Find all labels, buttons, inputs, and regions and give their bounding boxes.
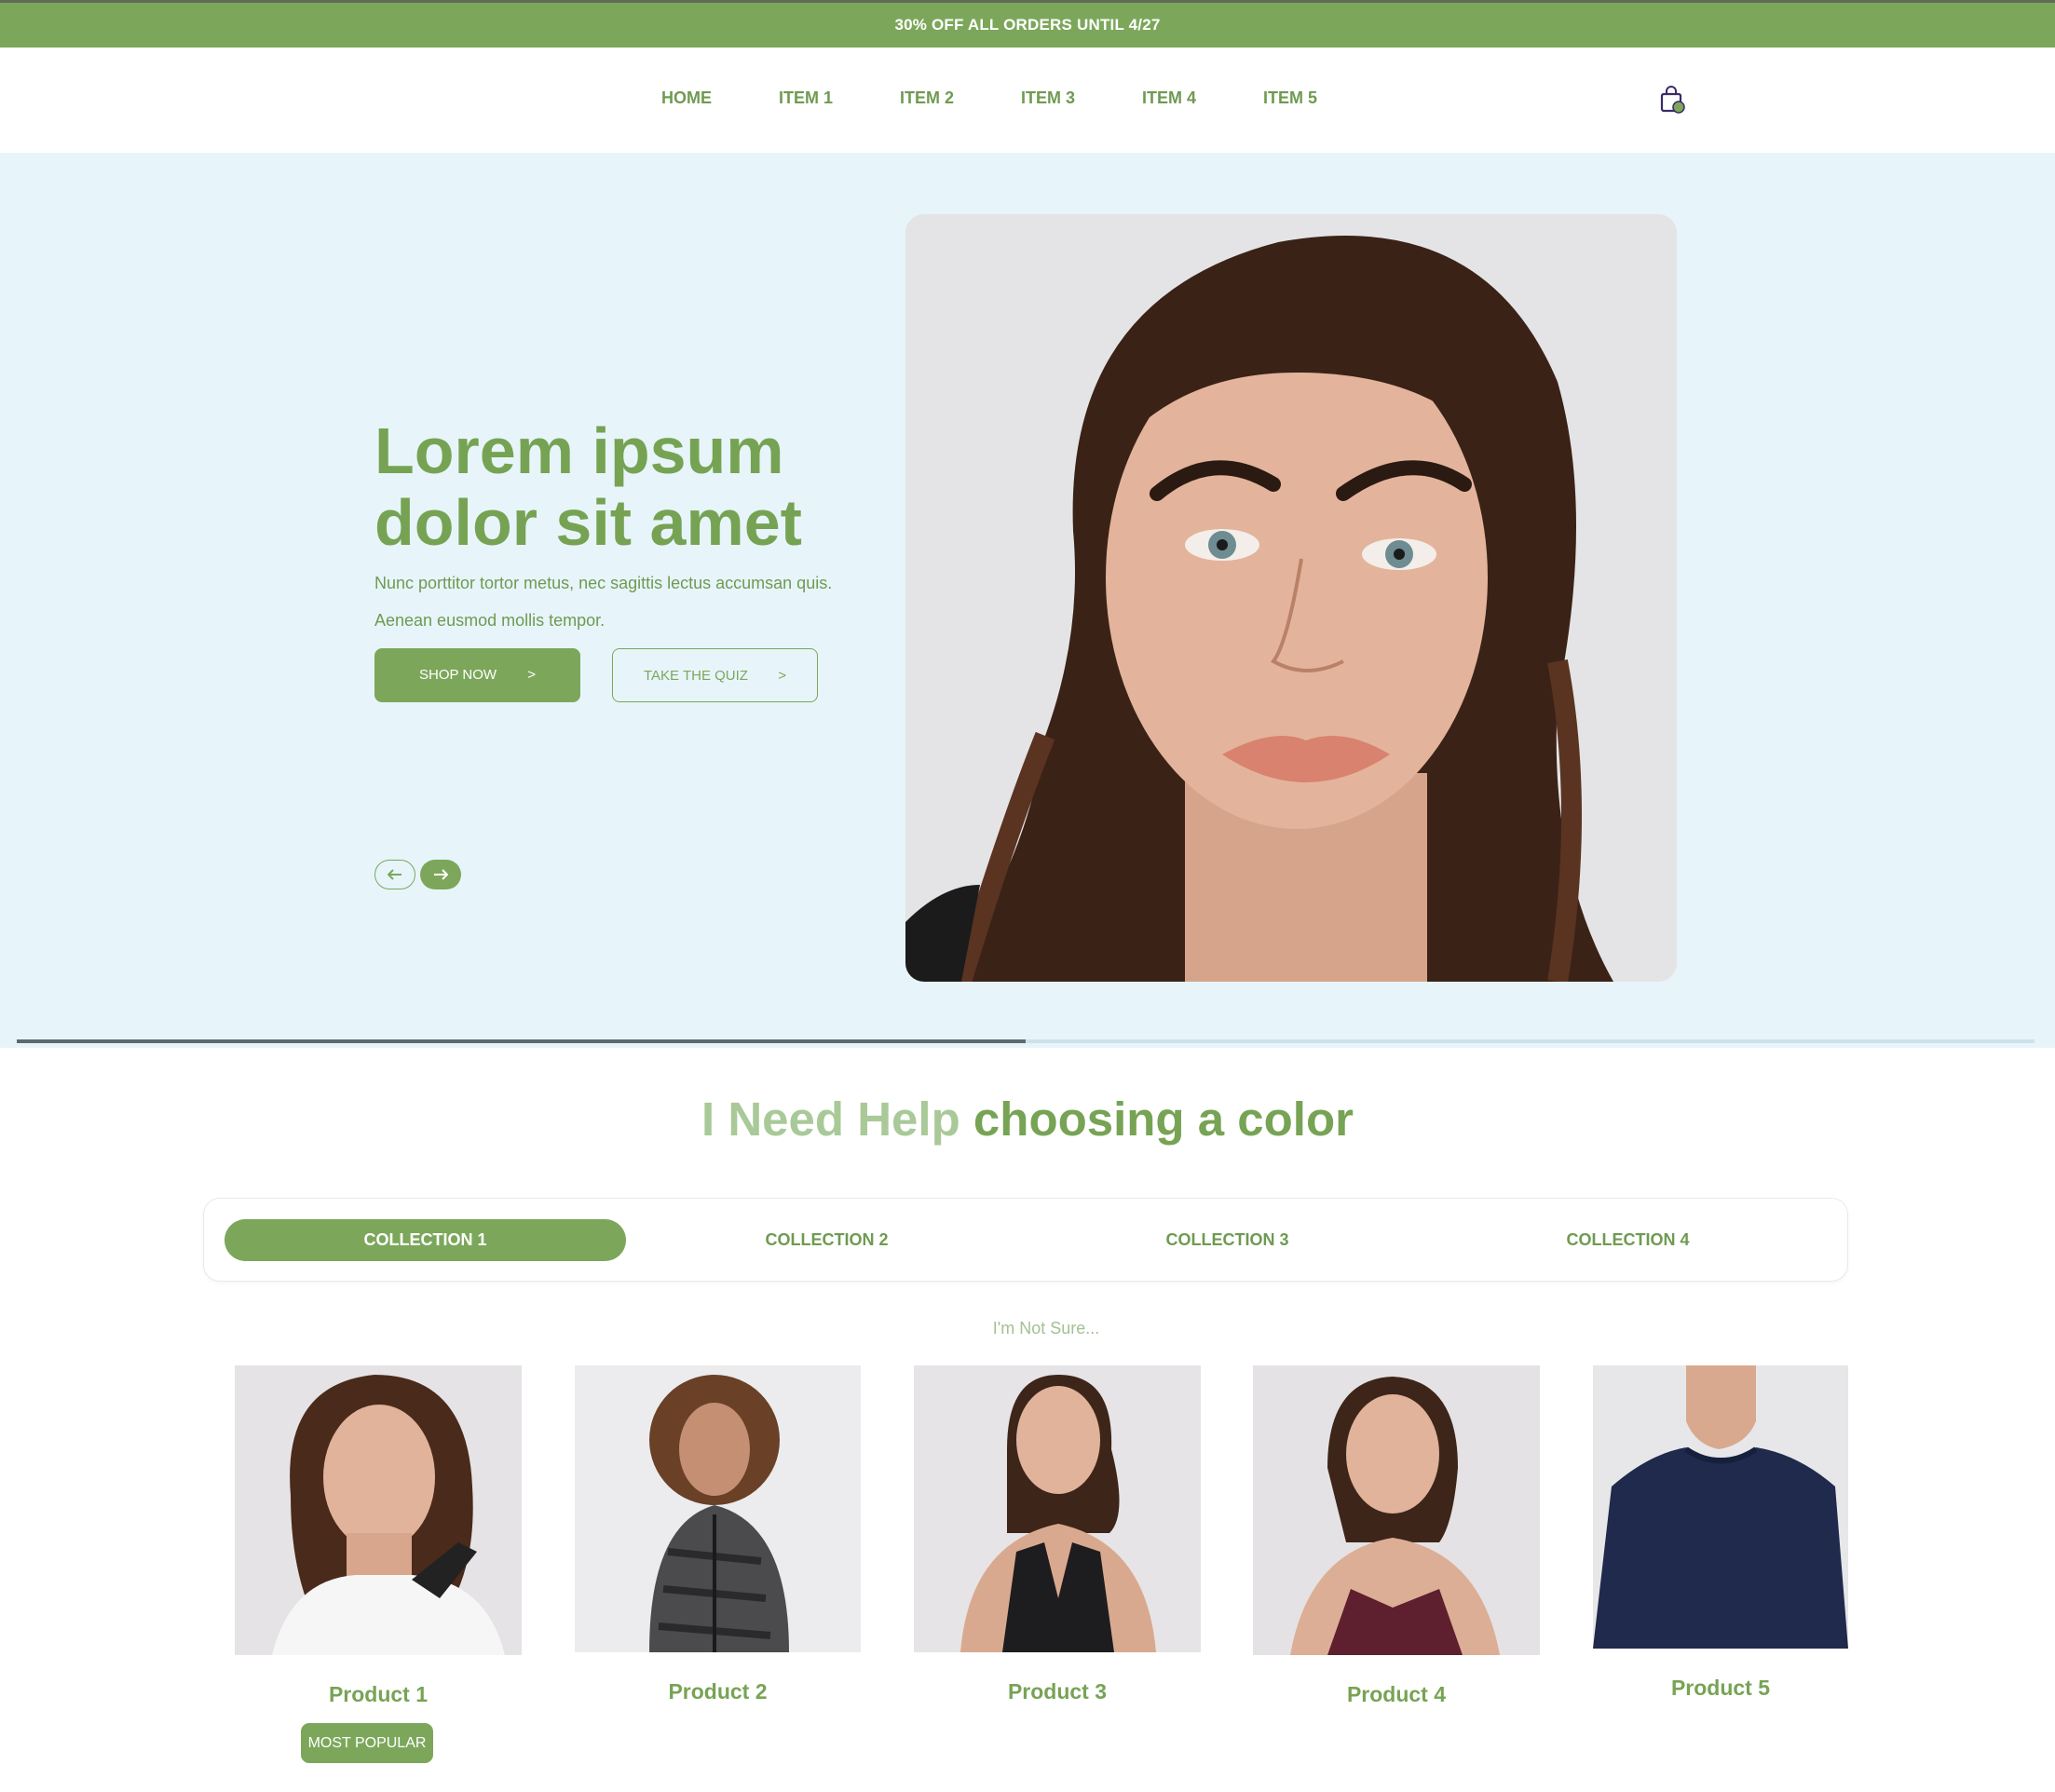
- help-title-dark: choosing a color: [973, 1093, 1354, 1146]
- take-quiz-arrow: >: [778, 668, 786, 684]
- product-2-image[interactable]: [575, 1365, 861, 1652]
- nav-item-3[interactable]: ITEM 3: [1021, 88, 1075, 108]
- shop-now-label: SHOP NOW: [419, 667, 497, 683]
- announcement-text: 30% OFF ALL ORDERS UNTIL 4/27: [894, 16, 1161, 34]
- tab-collection-3[interactable]: COLLECTION 3: [1027, 1219, 1428, 1261]
- collection-tabs: COLLECTION 1 COLLECTION 2 COLLECTION 3 C…: [203, 1198, 1848, 1282]
- hero-title-line-2: dolor sit amet: [374, 486, 802, 559]
- hero-section: Lorem ipsum dolor sit amet Nunc porttito…: [0, 153, 2055, 1048]
- slider-next-button[interactable]: [420, 860, 461, 889]
- product-3-name[interactable]: Product 3: [914, 1679, 1201, 1704]
- slide-progress-track: [17, 1039, 2035, 1043]
- slide-progress-fill: [17, 1039, 1026, 1043]
- shop-now-arrow: >: [527, 667, 536, 683]
- most-popular-badge: MOST POPULAR: [301, 1723, 433, 1763]
- product-5-image[interactable]: [1593, 1365, 1848, 1649]
- arrow-left-icon: [388, 869, 401, 880]
- product-1-name[interactable]: Product 1: [235, 1682, 522, 1707]
- hero-subtitle-line-2: Aenean eusmod mollis tempor.: [374, 611, 606, 630]
- help-section-title: I Need Help choosing a color: [0, 1092, 2055, 1147]
- product-5-name[interactable]: Product 5: [1593, 1676, 1848, 1701]
- hero-subtitle-line-1: Nunc porttitor tortor metus, nec sagitti…: [374, 574, 833, 592]
- take-quiz-button[interactable]: TAKE THE QUIZ >: [612, 648, 818, 702]
- product-1-image[interactable]: [235, 1365, 522, 1655]
- nav-item-4[interactable]: ITEM 4: [1142, 88, 1196, 108]
- slider-prev-button[interactable]: [374, 860, 415, 889]
- nav-item-2[interactable]: ITEM 2: [900, 88, 954, 108]
- take-quiz-label: TAKE THE QUIZ: [644, 668, 748, 684]
- announcement-bar: 30% OFF ALL ORDERS UNTIL 4/27: [0, 0, 2055, 48]
- not-sure-link[interactable]: I'm Not Sure...: [0, 1319, 2055, 1338]
- hero-model-image: [905, 214, 1677, 982]
- cart-button[interactable]: [1658, 85, 1686, 115]
- shopping-bag-icon: [1660, 86, 1685, 114]
- tab-collection-1[interactable]: COLLECTION 1: [225, 1219, 626, 1261]
- help-title-light: I Need Help: [701, 1093, 960, 1146]
- product-2-name[interactable]: Product 2: [575, 1679, 861, 1704]
- product-4-name[interactable]: Product 4: [1253, 1682, 1540, 1707]
- tab-collection-4[interactable]: COLLECTION 4: [1427, 1219, 1829, 1261]
- hero-title-line-1: Lorem ipsum: [374, 414, 784, 487]
- nav-item-1[interactable]: ITEM 1: [779, 88, 833, 108]
- product-3-image[interactable]: [914, 1365, 1201, 1652]
- arrow-right-icon: [434, 869, 448, 880]
- product-4-image[interactable]: [1253, 1365, 1540, 1655]
- site-header: HOME ITEM 1 ITEM 2 ITEM 3 ITEM 4 ITEM 5: [0, 48, 2055, 153]
- nav-item-home[interactable]: HOME: [661, 88, 712, 108]
- nav-item-5[interactable]: ITEM 5: [1263, 88, 1317, 108]
- hero-title: Lorem ipsum dolor sit amet: [374, 415, 896, 559]
- shop-now-button[interactable]: SHOP NOW >: [374, 648, 580, 702]
- tab-collection-2[interactable]: COLLECTION 2: [626, 1219, 1028, 1261]
